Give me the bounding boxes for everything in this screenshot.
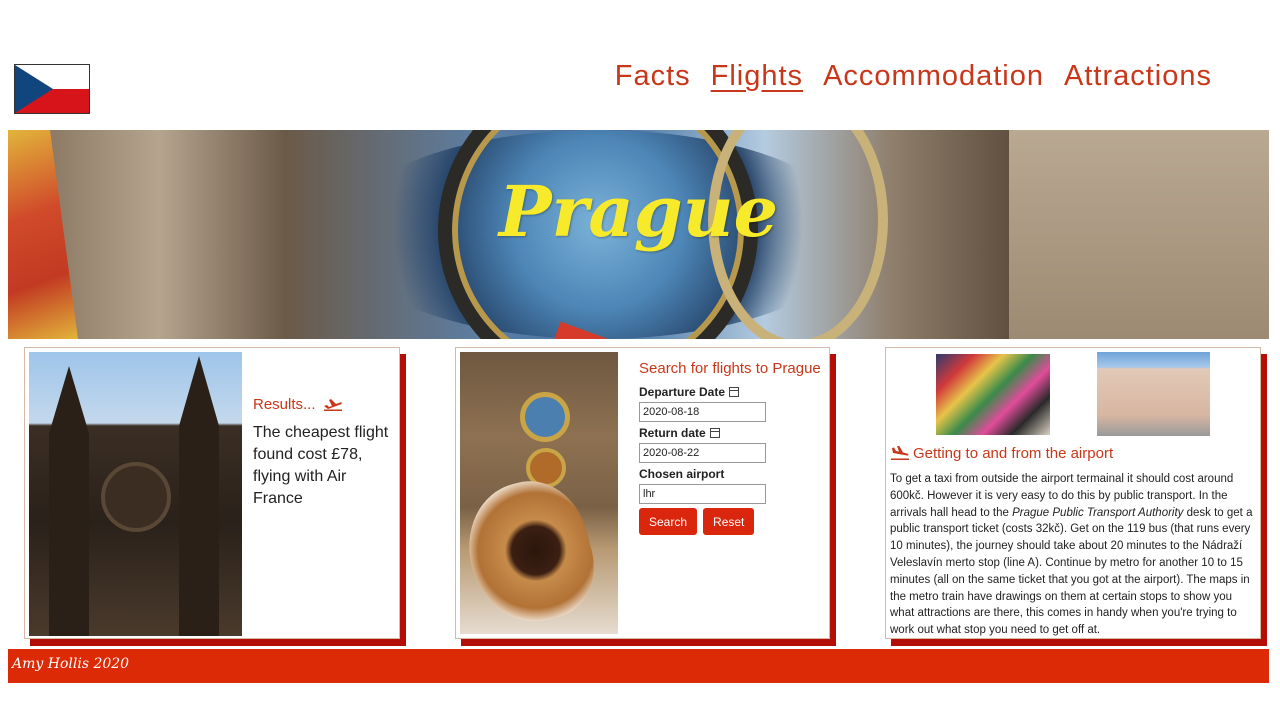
reset-button[interactable]: Reset — [703, 508, 755, 535]
results-heading-label: Results... — [253, 396, 316, 413]
nav-accommodation[interactable]: Accommodation — [823, 60, 1044, 93]
cathedral-photo — [29, 352, 242, 636]
airport-text-part2: desk to get a public transport ticket (c… — [890, 506, 1253, 637]
chosen-airport-input[interactable] — [639, 484, 766, 504]
hero-banner: Prague — [8, 130, 1269, 339]
departure-date-input[interactable] — [639, 402, 766, 422]
main-nav: Facts Flights Accommodation Attractions — [615, 60, 1212, 93]
cathedral-spire — [49, 366, 89, 636]
page-title: Prague — [498, 170, 779, 253]
airport-info-card: Getting to and from the airport To get a… — [885, 347, 1261, 639]
return-date-label: Return date — [639, 426, 829, 440]
nav-facts[interactable]: Facts — [615, 60, 691, 93]
search-button[interactable]: Search — [639, 508, 698, 535]
airport-heading: Getting to and from the airport — [890, 445, 1113, 462]
palace-building-photo — [1097, 352, 1210, 436]
return-date-input[interactable] — [639, 443, 766, 463]
clock-and-pastry-photo — [460, 352, 618, 634]
search-card: Search for flights to Prague Departure D… — [455, 347, 830, 639]
trdelnik-pastry — [460, 468, 607, 634]
airport-text: To get a taxi from outside the airport t… — [890, 471, 1256, 639]
departure-date-label-text: Departure Date — [639, 385, 726, 399]
cathedral-spire — [179, 356, 219, 636]
results-card: Results... The cheapest flight found cos… — [24, 347, 400, 639]
form-buttons: Search Reset — [639, 508, 829, 535]
footer-credit: Amy Hollis 2020 — [12, 656, 130, 672]
calendar-icon — [729, 387, 740, 397]
flight-search-form: Search for flights to Prague Departure D… — [639, 360, 829, 535]
plane-departure-icon — [323, 399, 342, 411]
search-form-title: Search for flights to Prague — [639, 360, 821, 377]
lennon-wall-photo — [936, 354, 1050, 435]
departure-date-label: Departure Date — [639, 385, 829, 399]
calendar-icon — [709, 428, 720, 438]
chosen-airport-label: Chosen airport — [639, 467, 725, 481]
transport-authority-name: Prague Public Transport Authority — [1012, 506, 1184, 519]
nav-flights[interactable]: Flights — [711, 60, 803, 93]
nav-attractions[interactable]: Attractions — [1064, 60, 1212, 93]
results-text: The cheapest flight found cost £78, flyi… — [253, 424, 389, 507]
results-heading: Results... — [253, 396, 343, 413]
plane-landing-icon — [891, 446, 909, 460]
czech-flag-icon — [14, 64, 90, 114]
footer: Amy Hollis 2020 — [8, 649, 1269, 683]
airport-heading-label: Getting to and from the airport — [913, 445, 1114, 462]
flag-blue-triangle — [15, 65, 53, 113]
cathedral-rose-window — [101, 462, 171, 532]
return-date-label-text: Return date — [639, 426, 706, 440]
clock-face — [520, 392, 570, 442]
